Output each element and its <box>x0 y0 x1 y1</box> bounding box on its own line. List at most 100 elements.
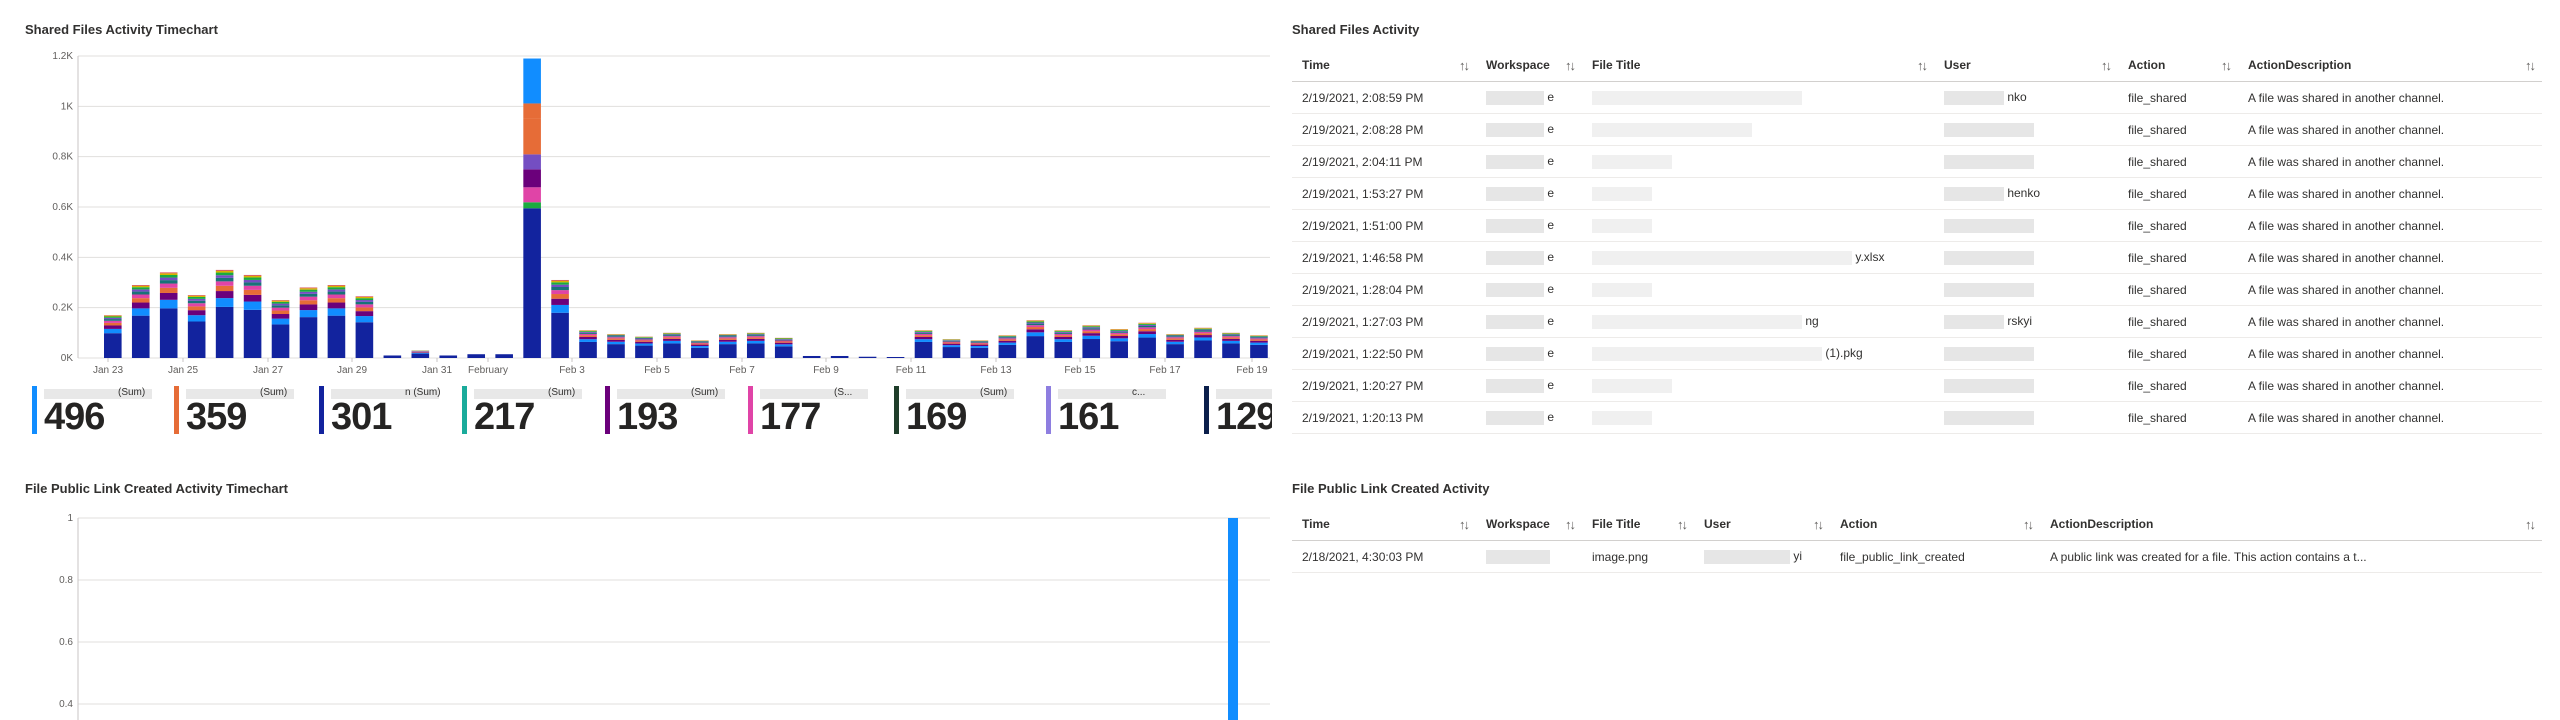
chart-bar[interactable] <box>1228 518 1238 720</box>
summary-tile[interactable]: (Sum)217 <box>462 386 602 442</box>
chart-bar-segment[interactable] <box>216 273 234 276</box>
chart-bar-segment[interactable] <box>999 345 1017 358</box>
chart-bar-segment[interactable] <box>999 338 1017 339</box>
chart-bar-segment[interactable] <box>1194 333 1212 335</box>
chart-bar-segment[interactable] <box>775 339 793 340</box>
chart-bar-segment[interactable] <box>188 297 206 299</box>
chart-bar-segment[interactable] <box>607 338 625 339</box>
chart-bar-segment[interactable] <box>943 345 961 347</box>
chart-bar-segment[interactable] <box>971 342 989 343</box>
chart-bar-segment[interactable] <box>272 305 290 307</box>
chart-bar-segment[interactable] <box>216 281 234 285</box>
chart-bar-segment[interactable] <box>412 352 430 353</box>
chart-bar-segment[interactable] <box>971 343 989 344</box>
chart-bar-segment[interactable] <box>1082 330 1100 332</box>
chart-bar-segment[interactable] <box>1110 330 1128 331</box>
chart-bar-segment[interactable] <box>607 336 625 337</box>
chart-bar-segment[interactable] <box>1194 337 1212 340</box>
chart-bar-segment[interactable] <box>188 310 206 315</box>
chart-bar-segment[interactable] <box>691 342 709 343</box>
chart-bar-segment[interactable] <box>1138 323 1156 324</box>
sort-arrows-icon[interactable]: ↑↓ <box>1677 517 1686 532</box>
chart-bar-segment[interactable] <box>244 280 262 282</box>
chart-bar-segment[interactable] <box>104 319 122 321</box>
chart-bar-segment[interactable] <box>244 290 262 295</box>
chart-bar-segment[interactable] <box>635 339 653 340</box>
chart-bar-segment[interactable] <box>1222 343 1240 358</box>
chart-bar-segment[interactable] <box>1250 337 1268 338</box>
chart-bar-segment[interactable] <box>859 357 877 358</box>
chart-bar-segment[interactable] <box>551 294 569 299</box>
chart-bar-segment[interactable] <box>467 354 485 358</box>
chart-bar-segment[interactable] <box>439 355 457 358</box>
chart-bar-segment[interactable] <box>1027 323 1045 324</box>
chart-bar-segment[interactable] <box>747 343 765 358</box>
chart-bar-segment[interactable] <box>663 343 681 358</box>
chart-bar-segment[interactable] <box>1082 326 1100 327</box>
table-row[interactable]: 2/19/2021, 1:20:27 PM efile_sharedA file… <box>1292 370 2542 402</box>
chart-bar-segment[interactable] <box>719 338 737 339</box>
chart-bar-segment[interactable] <box>216 270 234 271</box>
chart-bar-segment[interactable] <box>635 338 653 339</box>
chart-bar-segment[interactable] <box>188 322 206 358</box>
chart-bar-segment[interactable] <box>691 343 709 344</box>
chart-bar-segment[interactable] <box>523 208 541 358</box>
chart-bar-segment[interactable] <box>803 356 821 358</box>
chart-bar-segment[interactable] <box>132 298 150 302</box>
chart-bar-segment[interactable] <box>300 304 318 310</box>
chart-bar-segment[interactable] <box>915 339 933 342</box>
chart-bar-segment[interactable] <box>1054 342 1072 358</box>
chart-bar-segment[interactable] <box>356 302 374 304</box>
column-header[interactable]: ActionDescription↑↓ <box>2040 508 2542 541</box>
chart-bar-segment[interactable] <box>551 285 569 287</box>
chart-bar-segment[interactable] <box>635 343 653 345</box>
chart-bar-segment[interactable] <box>244 310 262 358</box>
column-header[interactable]: Time↑↓ <box>1292 49 1476 82</box>
chart-bar-segment[interactable] <box>523 169 541 187</box>
chart-bar-segment[interactable] <box>160 288 178 293</box>
chart-bar-segment[interactable] <box>1250 339 1268 340</box>
chart-bar-segment[interactable] <box>188 301 206 304</box>
chart-bar-segment[interactable] <box>663 334 681 335</box>
sort-arrows-icon[interactable]: ↑↓ <box>2525 517 2534 532</box>
chart-bar-segment[interactable] <box>1222 339 1240 341</box>
chart-bar-segment[interactable] <box>999 336 1017 337</box>
chart-bar-segment[interactable] <box>579 332 597 333</box>
chart-bar-segment[interactable] <box>1054 333 1072 334</box>
chart-bar-segment[interactable] <box>607 342 625 344</box>
chart-bar-segment[interactable] <box>1082 336 1100 339</box>
chart-bar-segment[interactable] <box>1082 326 1100 327</box>
chart-bar-segment[interactable] <box>999 339 1017 340</box>
chart-bar-segment[interactable] <box>1166 337 1184 338</box>
sort-arrows-icon[interactable]: ↑↓ <box>1813 517 1822 532</box>
chart-bar-segment[interactable] <box>551 313 569 358</box>
chart-bar-segment[interactable] <box>1166 344 1184 358</box>
chart-bar-segment[interactable] <box>160 273 178 275</box>
chart-bar-segment[interactable] <box>300 300 318 304</box>
chart-bar-segment[interactable] <box>188 299 206 301</box>
chart-bar-segment[interactable] <box>747 334 765 335</box>
chart-bar-segment[interactable] <box>300 310 318 317</box>
chart-bar-segment[interactable] <box>216 278 234 282</box>
chart-bar-segment[interactable] <box>523 118 541 154</box>
chart-bar-segment[interactable] <box>300 317 318 358</box>
chart-bar-segment[interactable] <box>1054 335 1072 337</box>
chart-bar-segment[interactable] <box>943 340 961 341</box>
chart-bar-segment[interactable] <box>523 59 541 104</box>
chart-bar-segment[interactable] <box>160 280 178 283</box>
chart-bar-segment[interactable] <box>132 295 150 299</box>
chart-bar-segment[interactable] <box>356 316 374 322</box>
chart-bar-segment[interactable] <box>1222 334 1240 335</box>
chart-bar-segment[interactable] <box>272 308 290 311</box>
chart-bar-segment[interactable] <box>607 344 625 358</box>
chart-bar-segment[interactable] <box>104 317 122 318</box>
chart-bar-segment[interactable] <box>1027 329 1045 332</box>
chart-bar-segment[interactable] <box>244 302 262 310</box>
shared-files-timechart[interactable]: 0K0.2K0.4K0.6K0.8K1K1.2KJan 23Jan 25Jan … <box>0 40 1290 424</box>
chart-bar-segment[interactable] <box>244 282 262 285</box>
chart-bar-segment[interactable] <box>663 341 681 344</box>
chart-bar-segment[interactable] <box>719 336 737 337</box>
chart-bar-segment[interactable] <box>384 355 402 358</box>
chart-bar-segment[interactable] <box>831 356 849 358</box>
chart-bar-segment[interactable] <box>663 336 681 337</box>
